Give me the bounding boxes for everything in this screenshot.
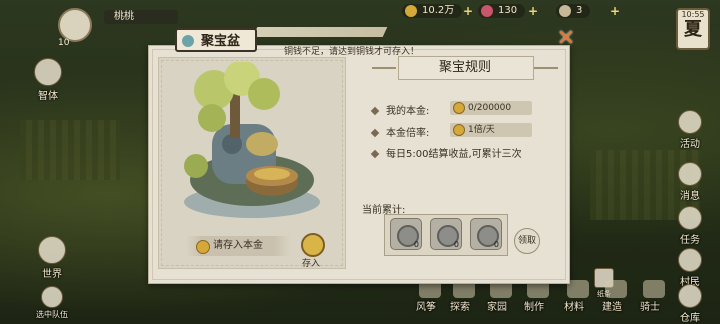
activity-icon [678,110,702,134]
side-button-team[interactable]: 选中队伍 [36,286,68,320]
side-button-messages[interactable]: 消息 [678,162,702,202]
season-time: 10:55 [681,10,705,19]
rate-row: 本金倍率: [370,124,429,139]
ticket-icon [559,5,571,17]
principal-row: 我的本金: [370,102,429,117]
add-gems-button[interactable]: + [528,4,538,18]
build-icon [605,280,627,298]
coin-counter: 10.2万 [402,4,463,18]
side-button-tasks[interactable]: 任务 [678,206,702,246]
season-label: 夏 [684,19,702,40]
claim-button[interactable]: 领取 [514,228,540,254]
nav-knight[interactable]: 骑士 [640,298,660,313]
knight-icon [643,280,665,298]
coin-icon [196,240,210,254]
coin-value: 10.2万 [422,5,455,16]
coin-slot: 0 [470,218,502,250]
side-button-world[interactable]: 世界 [38,236,66,280]
gem-icon [481,5,493,17]
close-button[interactable]: ✕ [555,28,577,50]
save-coin-button[interactable] [301,233,325,257]
season-indicator[interactable]: 10:55 夏 [676,8,710,50]
coin-icon [453,102,465,114]
treasure-bowl-illustration [184,62,320,218]
warehouse-icon [678,284,702,308]
gem-counter: 130 [478,4,526,18]
add-tickets-button[interactable]: + [610,4,620,18]
team-icon [41,286,63,308]
side-button-warehouse[interactable]: 仓库 [678,284,702,324]
globe-icon [38,236,66,264]
treasure-bowl-icon [182,35,194,47]
title-ribbon [252,27,388,37]
player-level: 10 [58,38,70,48]
ticket-counter: 3 [556,4,591,18]
player-avatar[interactable] [58,8,92,42]
wisdom-icon [34,58,62,86]
nav-home[interactable]: 家园 [487,298,507,313]
villager-icon [678,248,702,272]
nav-craft[interactable]: 制作 [524,298,544,313]
coin-slot: 0 [390,218,422,250]
rules-title: 聚宝规则 [372,58,558,78]
side-button-activity[interactable]: 活动 [678,110,702,150]
nav-material[interactable]: 材料 [564,298,584,313]
nav-kite[interactable]: 风筝 [416,298,436,313]
coin-icon [405,5,417,17]
side-button-wisdom[interactable]: 智体 [34,58,62,102]
rate-value-box: 1倍/天 [450,123,532,137]
bullet-icon [370,149,380,159]
task-scroll-icon [678,206,702,230]
player-name: 桃桃 [104,10,178,24]
nav-build[interactable]: 建造 [602,298,622,313]
ticket-value: 3 [576,5,583,16]
nav-explore[interactable]: 探索 [450,298,470,313]
message-icon [678,162,702,186]
coin-icon [453,124,465,136]
gem-value: 130 [498,5,518,16]
add-coins-button[interactable]: + [463,4,473,18]
coin-slot: 0 [430,218,462,250]
bullet-icon [370,106,380,116]
schedule-row: 每日5:00结算收益,可累计三次 [370,145,522,160]
dialog-title: 聚宝盆 [175,28,257,52]
save-label: 存入 [302,259,321,269]
deposit-principal-button[interactable]: 请存入本金 [186,236,290,256]
bullet-icon [370,128,380,138]
side-button-villagers[interactable]: 村民 [678,248,702,288]
principal-value-box: 0/200000 [450,101,532,115]
material-icon [567,280,589,298]
